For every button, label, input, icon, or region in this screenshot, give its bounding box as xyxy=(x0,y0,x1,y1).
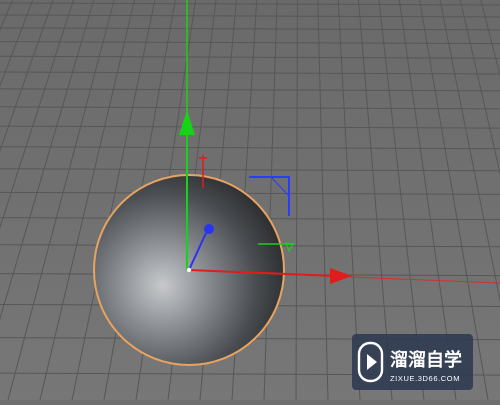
z-handle-icon[interactable] xyxy=(204,224,214,234)
watermark-name: 溜溜自学 xyxy=(390,349,462,371)
watermark-badge: 溜溜自学 ZIXUE.3D66.COM xyxy=(352,334,473,390)
3d-viewport[interactable]: 溜溜自学 ZIXUE.3D66.COM xyxy=(0,0,500,401)
viewport-canvas[interactable]: 溜溜自学 ZIXUE.3D66.COM xyxy=(0,0,500,401)
watermark-url: ZIXUE.3D66.COM xyxy=(390,374,460,383)
object-pivot xyxy=(186,267,192,273)
